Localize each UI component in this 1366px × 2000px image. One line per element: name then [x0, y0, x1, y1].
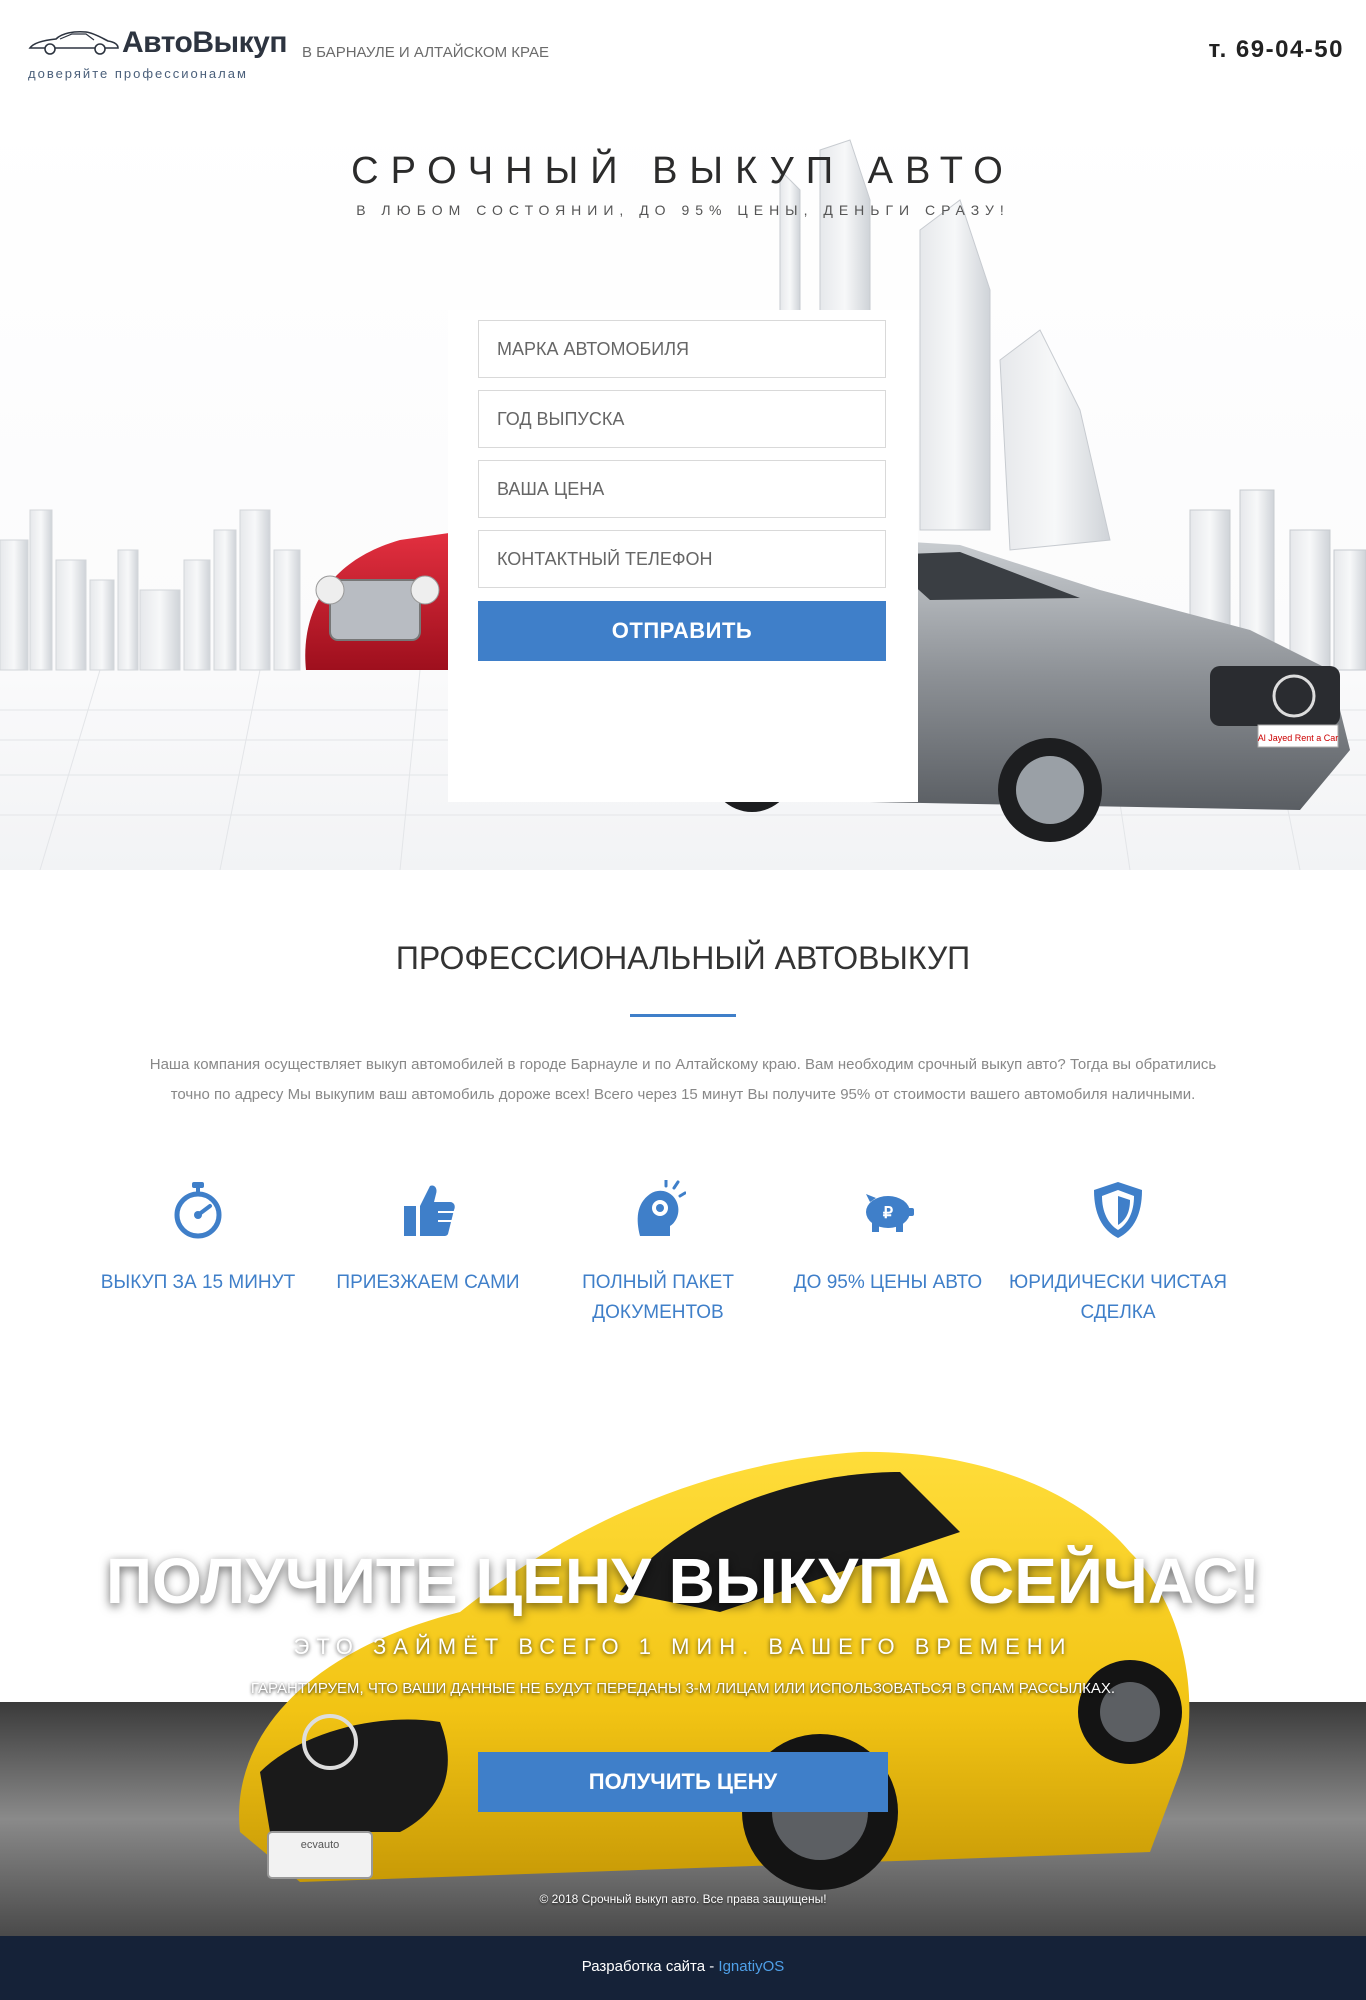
hero-section: Al Jayed Rent a Car СРОЧНЫЙ ВЫКУП АВТО В… [0, 110, 1366, 870]
hero-subtitle: В ЛЮБОМ СОСТОЯНИИ, ДО 95% ЦЕНЫ, ДЕНЬГИ С… [356, 202, 1010, 218]
feature-item-5: ЮРИДИЧЕСКИ ЧИСТАЯ СДЕЛКА [1008, 1180, 1228, 1328]
shield-icon [1094, 1182, 1142, 1238]
about-title: ПРОФЕССИОНАЛЬНЫЙ АВТОВЫКУП [395, 940, 971, 976]
phone-input[interactable] [478, 530, 886, 588]
thumbs-up-icon [404, 1185, 455, 1236]
logo-tagline: доверяйте профессионалам [28, 66, 248, 81]
feature-label-2: ПРИЕЗЖАЕМ САМИ [336, 1272, 520, 1293]
feature-item-1: ВЫКУП ЗА 15 МИНУТ [88, 1180, 308, 1298]
car-make-input[interactable] [478, 320, 886, 378]
region-text: В БАРНАУЛЕ И АЛТАЙСКОМ КРАЕ [302, 44, 549, 61]
header-phone[interactable]: т. 69-04-50 [1208, 36, 1344, 64]
year-input[interactable] [478, 390, 886, 448]
feature-item-4: ₽ ДО 95% ЦЕНЫ АВТО [778, 1180, 998, 1298]
developer-link[interactable]: IgnatiyOS [718, 1958, 784, 1975]
logo[interactable]: АвтоВыкуп доверяйте профессионалам [28, 24, 288, 84]
title-underline [630, 1014, 736, 1017]
about-text-line-2: точно по адресу Мы выкупим ваш автомобил… [170, 1086, 1196, 1103]
get-price-button[interactable]: ПОЛУЧИТЬ ЦЕНУ [478, 1752, 888, 1812]
cta-section: ecvauto ПОЛУЧИТЕ ЦЕНУ ВЫКУПА СЕЙЧАС! ЭТО… [0, 1412, 1366, 1936]
feature-item-2: ПРИЕЗЖАЕМ САМИ [318, 1180, 538, 1298]
lead-form: ОТПРАВИТЬ [448, 310, 918, 802]
site-header: АвтоВыкуп доверяйте профессионалам В БАР… [0, 0, 1366, 110]
footer-credit-prefix: Разработка сайта - [581, 1958, 719, 1975]
cta-title: ПОЛУЧИТЕ ЦЕНУ ВЫКУПА СЕЙЧАС! [105, 1545, 1261, 1617]
about-text-line-1: Наша компания осуществляет выкуп автомоб… [149, 1056, 1217, 1073]
piggy-bank-icon: ₽ [866, 1194, 914, 1232]
about-text: Наша компания осуществляет выкуп автомоб… [100, 1050, 1266, 1110]
cta-subtitle: ЭТО ЗАЙМЁТ ВСЕГО 1 МИН. ВАШЕГО ВРЕМЕНИ [293, 1634, 1073, 1659]
privacy-note: ГАРАНТИРУЕМ, ЧТО ВАШИ ДАННЫЕ НЕ БУДУТ ПЕ… [250, 1680, 1116, 1697]
feature-label-3: ПОЛНЫЙ ПАКЕТ ДОКУМЕНТОВ [582, 1272, 734, 1323]
cta-plate-text: ecvauto [301, 1839, 340, 1851]
feature-item-3: ПОЛНЫЙ ПАКЕТ ДОКУМЕНТОВ [548, 1180, 768, 1328]
feature-label-5: ЮРИДИЧЕСКИ ЧИСТАЯ СДЕЛКА [1009, 1272, 1227, 1323]
documents-icon [637, 1180, 686, 1236]
copyright-text: © 2018 Срочный выкуп авто. Все права защ… [539, 1892, 827, 1906]
feature-label-4: ДО 95% ЦЕНЫ АВТО [793, 1272, 983, 1293]
logo-car-icon [28, 30, 119, 55]
cta-illustration: ecvauto [0, 1412, 1366, 1936]
submit-button[interactable]: ОТПРАВИТЬ [478, 601, 886, 661]
footer-credit: Разработка сайта - IgnatiyOS [0, 1958, 1366, 1975]
hero-title: СРОЧНЫЙ ВЫКУП АВТО [351, 150, 1015, 192]
license-plate-text: Al Jayed Rent a Car [1258, 733, 1339, 743]
site-footer: Разработка сайта - IgnatiyOS [0, 1936, 1366, 2000]
logo-title: АвтоВыкуп [122, 26, 287, 59]
stopwatch-icon [174, 1182, 222, 1239]
features-row: ВЫКУП ЗА 15 МИНУТ ПРИЕЗЖАЕМ САМИ ПОЛНЫЙ … [0, 1180, 1366, 1360]
svg-text:₽: ₽ [883, 1205, 893, 1222]
feature-label-1: ВЫКУП ЗА 15 МИНУТ [100, 1272, 296, 1293]
price-input[interactable] [478, 460, 886, 518]
